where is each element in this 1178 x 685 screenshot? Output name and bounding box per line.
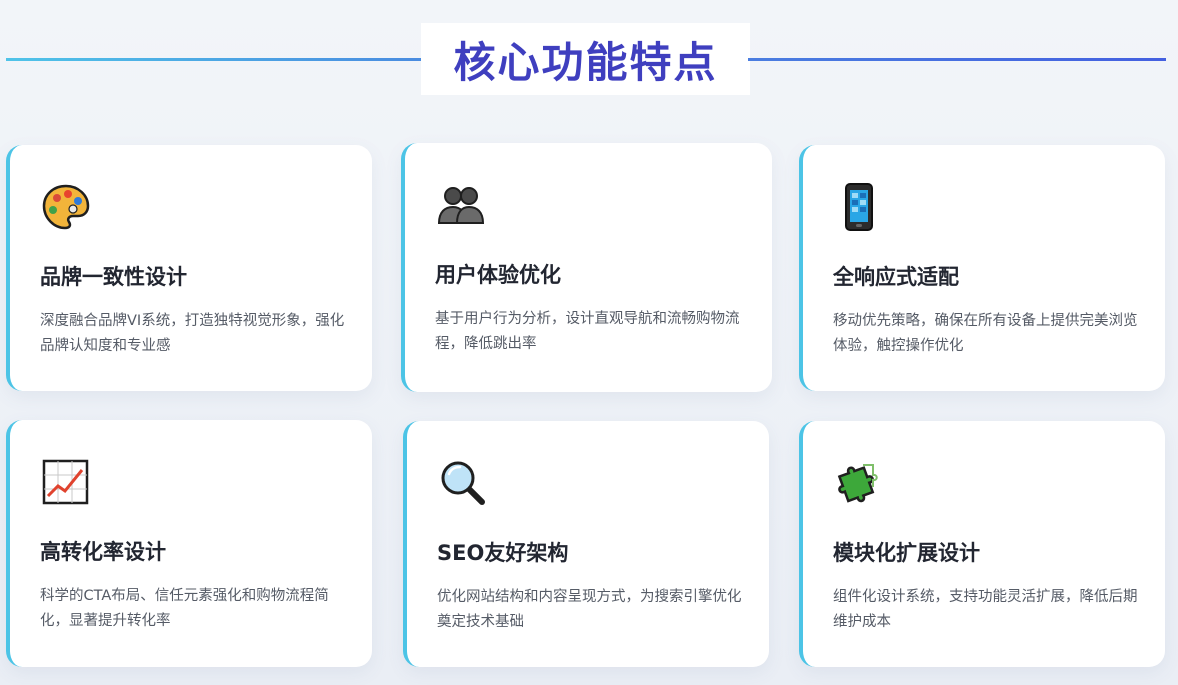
feature-title: 全响应式适配	[833, 265, 959, 289]
feature-title: 模块化扩展设计	[833, 541, 980, 565]
feature-card-ux-optimization: 用户体验优化 基于用户行为分析，设计直观导航和流畅购物流程，降低跳出率	[401, 143, 772, 392]
feature-description: 科学的CTA布局、信任元素强化和购物流程简化，显著提升转化率	[40, 588, 329, 629]
chart-increasing-icon	[42, 459, 89, 505]
title-divider-left	[6, 58, 424, 61]
feature-description: 组件化设计系统，支持功能灵活扩展，降低后期维护成本	[833, 589, 1138, 630]
features-section: 核心功能特点 品牌一致性设计 深度融合品牌VI系统，打造独特视觉形象，强化品牌认…	[0, 0, 1178, 685]
feature-card-conversion: 高转化率设计 科学的CTA布局、信任元素强化和购物流程简化，显著提升转化率	[6, 420, 372, 667]
feature-card-seo: SEO友好架构 优化网站结构和内容呈现方式，为搜索引擎优化奠定技术基础	[403, 421, 769, 667]
title-divider-right	[748, 58, 1166, 61]
feature-card-brand-consistency: 品牌一致性设计 深度融合品牌VI系统，打造独特视觉形象，强化品牌认知度和专业感	[6, 145, 372, 391]
feature-description: 优化网站结构和内容呈现方式，为搜索引擎优化奠定技术基础	[437, 589, 742, 630]
feature-title: 品牌一致性设计	[40, 265, 187, 289]
puzzle-piece-icon	[837, 464, 878, 503]
feature-description: 深度融合品牌VI系统，打造独特视觉形象，强化品牌认知度和专业感	[40, 313, 345, 354]
section-title: 核心功能特点	[453, 37, 718, 87]
feature-card-responsive: 全响应式适配 移动优先策略，确保在所有设备上提供完美浏览体验，触控操作优化	[799, 145, 1165, 391]
feature-title: 高转化率设计	[40, 540, 166, 564]
feature-card-modular: 模块化扩展设计 组件化设计系统，支持功能灵活扩展，降低后期维护成本	[799, 421, 1165, 667]
feature-description: 移动优先策略，确保在所有设备上提供完美浏览体验，触控操作优化	[833, 313, 1138, 354]
magnifying-glass-icon	[441, 461, 485, 505]
palette-icon	[42, 184, 90, 230]
feature-title: 用户体验优化	[435, 263, 561, 287]
people-icon	[437, 187, 485, 224]
feature-title: SEO友好架构	[437, 541, 569, 565]
feature-description: 基于用户行为分析，设计直观导航和流畅购物流程，降低跳出率	[435, 311, 740, 352]
mobile-phone-icon	[845, 183, 873, 231]
section-title-box: 核心功能特点	[421, 23, 750, 95]
